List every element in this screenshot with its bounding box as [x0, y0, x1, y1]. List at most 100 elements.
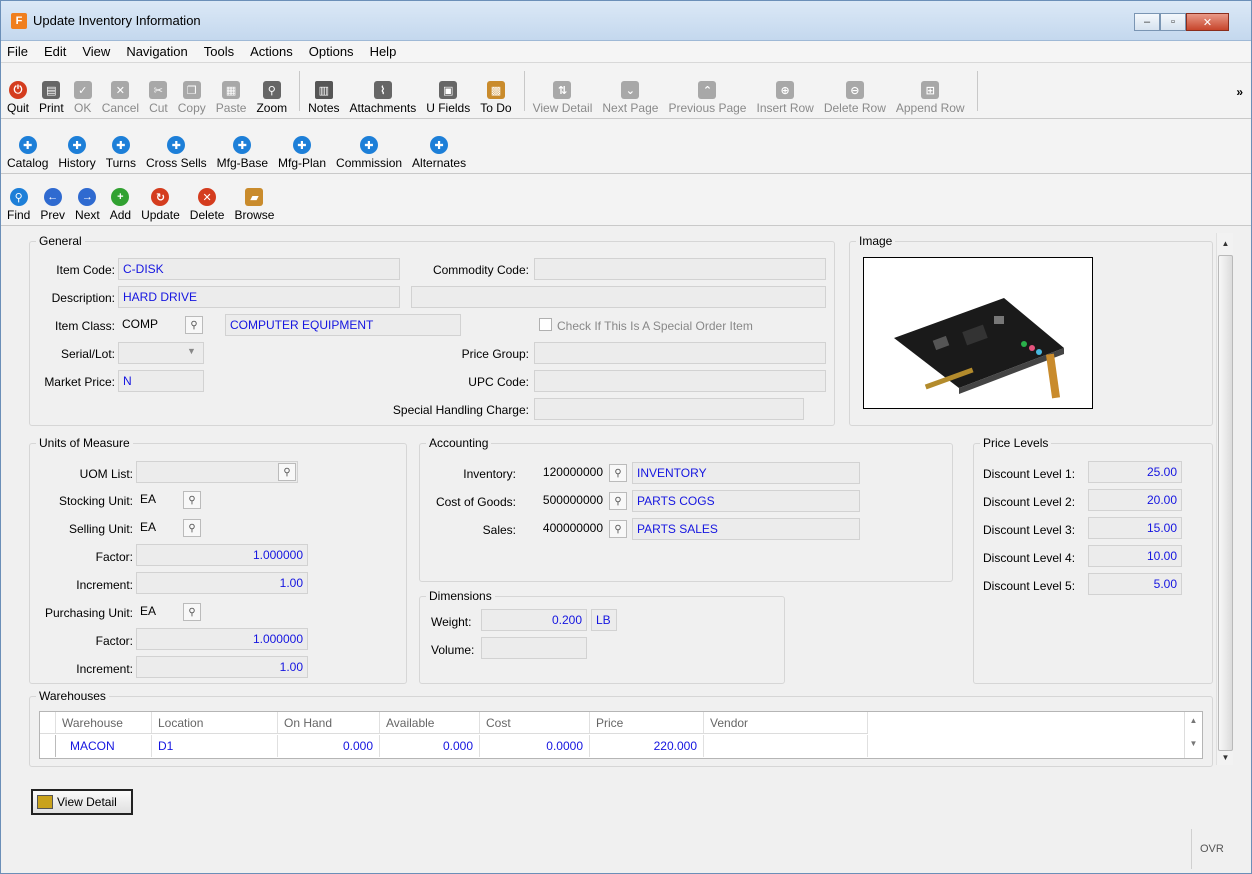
discount-level-1-field[interactable]: 25.00 — [1088, 461, 1182, 483]
catalog-button[interactable]: ✚ Catalog — [7, 136, 48, 170]
stocking-unit-field[interactable]: EA — [136, 489, 180, 511]
col-location[interactable]: Location — [152, 712, 278, 733]
notes-button[interactable]: ▥ Notes — [308, 81, 340, 115]
view-detail-tool-button[interactable]: ⇅ View Detail — [533, 81, 592, 115]
add-button[interactable]: + Add — [110, 188, 131, 222]
purchasing-unit-lookup-icon[interactable]: ⚲ — [183, 603, 201, 621]
discount-level-4-field[interactable]: 10.00 — [1088, 545, 1182, 567]
cell-location[interactable]: D1 — [152, 735, 278, 757]
discount-level-3-field[interactable]: 15.00 — [1088, 517, 1182, 539]
maximize-button[interactable]: ▫ — [1160, 13, 1186, 31]
ufields-button[interactable]: ▣ U Fields — [426, 81, 470, 115]
scroll-down-icon[interactable]: ▼ — [1185, 739, 1202, 748]
purchasing-increment-field[interactable]: 1.00 — [136, 656, 308, 678]
table-row[interactable]: MACON D1 0.000 0.000 0.0000 220.000 — [40, 735, 868, 757]
sales-account-field[interactable]: 400000000 — [519, 518, 607, 540]
todo-button[interactable]: ▩ To Do — [480, 81, 512, 115]
attachments-button[interactable]: ⌇ Attachments — [350, 81, 416, 115]
col-on-hand[interactable]: On Hand — [278, 712, 380, 733]
cell-cost[interactable]: 0.0000 — [480, 735, 590, 757]
item-class-field[interactable]: COMP — [118, 314, 183, 336]
market-price-field[interactable]: N — [118, 370, 204, 392]
selling-unit-field[interactable]: EA — [136, 517, 180, 539]
discount-level-2-field[interactable]: 20.00 — [1088, 489, 1182, 511]
selling-increment-field[interactable]: 1.00 — [136, 572, 308, 594]
menu-view[interactable]: View — [82, 44, 110, 59]
next-button[interactable]: → Next — [75, 188, 100, 222]
insert-row-button[interactable]: ⊕ Insert Row — [756, 81, 814, 115]
menu-tools[interactable]: Tools — [204, 44, 234, 59]
delete-button[interactable]: ✕ Delete — [190, 188, 224, 222]
discount-level-5-field[interactable]: 5.00 — [1088, 573, 1182, 595]
cut-button[interactable]: ✂ Cut — [149, 81, 168, 115]
find-button[interactable]: ⚲ Find — [7, 188, 30, 222]
price-group-field[interactable] — [534, 342, 826, 364]
turns-button[interactable]: ✚ Turns — [106, 136, 136, 170]
mfg-plan-button[interactable]: ✚ Mfg-Plan — [278, 136, 326, 170]
history-button[interactable]: ✚ History — [58, 136, 96, 170]
prev-button[interactable]: ← Prev — [40, 188, 65, 222]
minimize-button[interactable]: – — [1134, 13, 1160, 31]
col-available[interactable]: Available — [380, 712, 480, 733]
volume-field[interactable] — [481, 637, 587, 659]
cell-available[interactable]: 0.000 — [380, 735, 480, 757]
alternates-button[interactable]: ✚ Alternates — [412, 136, 466, 170]
cell-on-hand[interactable]: 0.000 — [278, 735, 380, 757]
cross-sells-button[interactable]: ✚ Cross Sells — [146, 136, 207, 170]
menu-navigation[interactable]: Navigation — [126, 44, 187, 59]
scroll-down-icon[interactable]: ▼ — [1217, 749, 1234, 766]
append-row-button[interactable]: ⊞ Append Row — [896, 81, 965, 115]
cell-price[interactable]: 220.000 — [590, 735, 704, 757]
close-button[interactable]: ✕ — [1186, 13, 1229, 31]
menu-help[interactable]: Help — [370, 44, 397, 59]
special-order-checkbox[interactable] — [539, 318, 552, 331]
chevron-down-icon[interactable]: ▼ — [187, 346, 196, 356]
sales-lookup-icon[interactable]: ⚲ — [609, 520, 627, 538]
scroll-thumb[interactable] — [1218, 255, 1233, 751]
menu-edit[interactable]: Edit — [44, 44, 66, 59]
item-code-field[interactable]: C-DISK — [118, 258, 400, 280]
purchasing-unit-field[interactable]: EA — [136, 601, 180, 623]
uom-list-lookup-icon[interactable]: ⚲ — [278, 463, 296, 481]
cost-of-goods-account-field[interactable]: 500000000 — [519, 490, 607, 512]
inventory-account-field[interactable]: 120000000 — [519, 462, 607, 484]
menu-options[interactable]: Options — [309, 44, 354, 59]
col-vendor[interactable]: Vendor — [704, 712, 868, 733]
print-button[interactable]: ▤ Print — [39, 81, 64, 115]
col-price[interactable]: Price — [590, 712, 704, 733]
ok-button[interactable]: ✓ OK — [73, 81, 92, 115]
uom-list-field[interactable] — [136, 461, 298, 483]
zoom-button[interactable]: ⚲ Zoom — [256, 81, 287, 115]
toolbar-overflow-icon[interactable]: » — [1236, 85, 1243, 99]
selling-factor-field[interactable]: 1.000000 — [136, 544, 308, 566]
paste-button[interactable]: ▦ Paste — [216, 81, 246, 115]
cost-of-goods-lookup-icon[interactable]: ⚲ — [609, 492, 627, 510]
update-button[interactable]: ↻ Update — [141, 188, 180, 222]
selling-unit-lookup-icon[interactable]: ⚲ — [183, 519, 201, 537]
commission-button[interactable]: ✚ Commission — [336, 136, 402, 170]
col-cost[interactable]: Cost — [480, 712, 590, 733]
menu-actions[interactable]: Actions — [250, 44, 293, 59]
purchasing-factor-field[interactable]: 1.000000 — [136, 628, 308, 650]
weight-field[interactable]: 0.200 — [481, 609, 587, 631]
warehouses-grid[interactable]: Warehouse Location On Hand Available Cos… — [39, 711, 1203, 759]
item-class-lookup-icon[interactable]: ⚲ — [185, 316, 203, 334]
inventory-lookup-icon[interactable]: ⚲ — [609, 464, 627, 482]
delete-row-button[interactable]: ⊖ Delete Row — [824, 81, 886, 115]
view-detail-button[interactable]: View Detail — [31, 789, 133, 815]
cancel-button[interactable]: ✕ Cancel — [102, 81, 139, 115]
mfg-base-button[interactable]: ✚ Mfg-Base — [217, 136, 268, 170]
scroll-up-icon[interactable]: ▲ — [1217, 235, 1234, 252]
cell-warehouse[interactable]: MACON — [56, 735, 152, 757]
special-handling-field[interactable] — [534, 398, 804, 420]
col-warehouse[interactable]: Warehouse — [56, 712, 152, 733]
browse-button[interactable]: ▰ Browse — [234, 188, 274, 222]
stocking-unit-lookup-icon[interactable]: ⚲ — [183, 491, 201, 509]
copy-button[interactable]: ❐ Copy — [178, 81, 206, 115]
next-page-button[interactable]: ⌄ Next Page — [602, 81, 658, 115]
menu-file[interactable]: File — [7, 44, 28, 59]
description-field[interactable]: HARD DRIVE — [118, 286, 400, 308]
commodity-code-field[interactable] — [534, 258, 826, 280]
form-scrollbar[interactable]: ▲ ▼ — [1216, 233, 1233, 765]
description-2-field[interactable] — [411, 286, 826, 308]
